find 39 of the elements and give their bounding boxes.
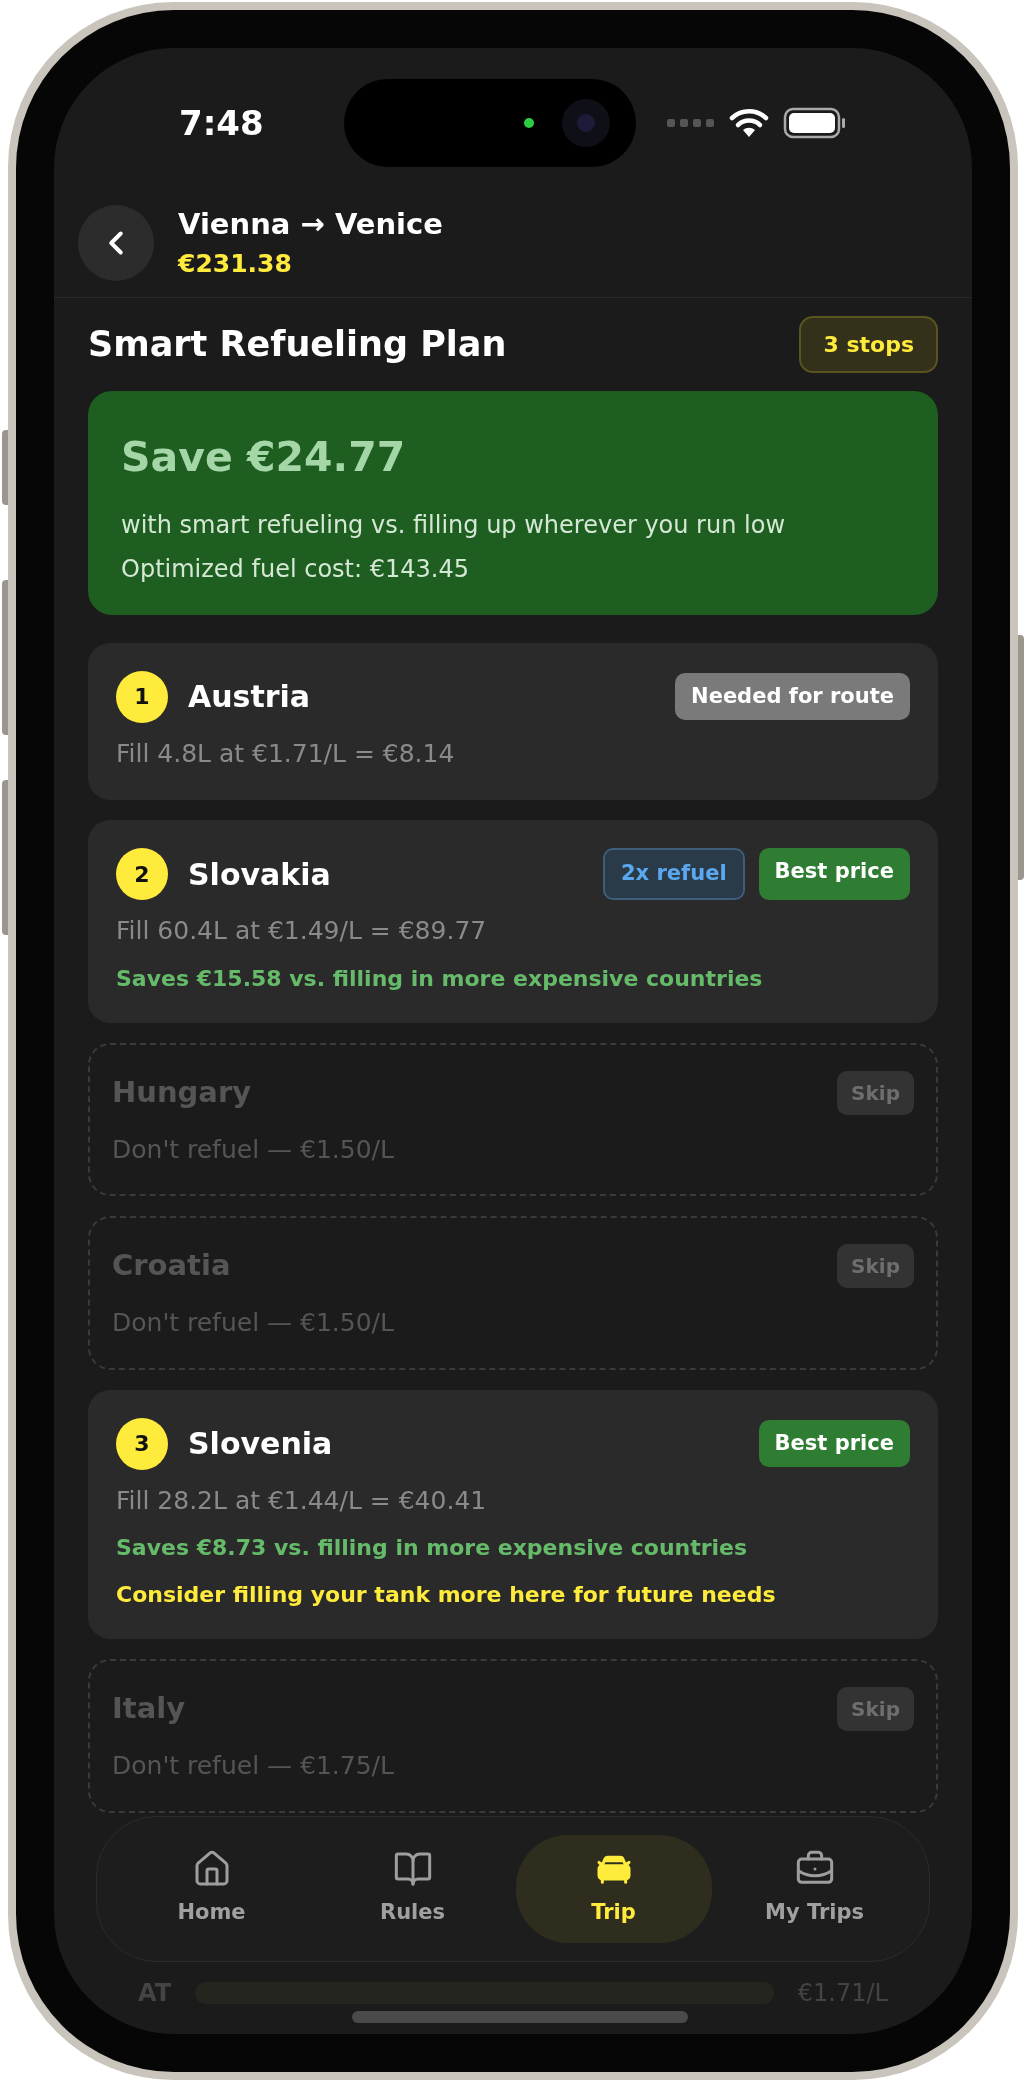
tab-item[interactable]: Trip — [515, 1835, 712, 1943]
status-time: 7:48 — [179, 101, 264, 145]
camera-indicator-icon — [523, 118, 534, 128]
stop-detail: Fill 4.8L at €1.71/L = €8.14 — [116, 737, 456, 770]
country-name: Slovenia — [188, 1425, 333, 1463]
trip-cost: €231.38 — [178, 248, 293, 280]
country-name: Austria — [188, 678, 311, 716]
camera-icon — [561, 99, 610, 147]
stop-detail: Don't refuel — €1.50/L — [112, 1307, 395, 1339]
wifi-icon — [729, 108, 769, 138]
stop-detail: Don't refuel — €1.50/L — [112, 1133, 395, 1166]
stop-number: 3 — [116, 1417, 168, 1470]
stop-detail: Don't refuel — €1.75/L — [112, 1750, 395, 1782]
optimized-cost: Optimized fuel cost: €143.45 — [121, 553, 470, 585]
country-name: Italy — [112, 1690, 186, 1728]
stop-tag: Best price — [758, 848, 910, 900]
stop-number: 2 — [116, 848, 168, 900]
tab-item[interactable]: Home — [113, 1835, 310, 1943]
stop-number: 1 — [116, 670, 168, 723]
signal-icon — [667, 118, 715, 128]
savings-amount: Save €24.77 — [121, 432, 407, 483]
savings-note: Saves €15.58 vs. filling in more expensive countries — [116, 964, 764, 993]
tab-item[interactable]: Rules — [314, 1835, 511, 1943]
tip-note: Consider filling your tank more here for future needs — [116, 1581, 777, 1609]
section-title: Smart Refueling Plan — [88, 323, 507, 367]
country-name: Slovakia — [188, 855, 331, 894]
stop-detail: Fill 28.2L at €1.44/L = €40.41 — [116, 1484, 488, 1517]
stops-count-tag: 3 stops — [799, 316, 938, 373]
stop-tag: Best price — [758, 1419, 910, 1468]
savings-description: with smart refueling vs. filling up wherever you run low — [121, 509, 787, 541]
country-name: Hungary — [112, 1073, 252, 1111]
stop-detail: Fill 60.4L at €1.49/L = €89.77 — [116, 915, 488, 947]
stop-tag: 2x refuel — [603, 848, 745, 900]
tab-item[interactable]: My Trips — [716, 1835, 913, 1943]
battery-icon — [783, 107, 847, 139]
stop-tag: Needed for route — [675, 672, 910, 721]
savings-note: Saves €8.73 vs. filling in more expensive countries — [116, 1534, 749, 1562]
country-name: Croatia — [112, 1247, 231, 1285]
route-title: Vienna → Venice — [178, 205, 443, 242]
